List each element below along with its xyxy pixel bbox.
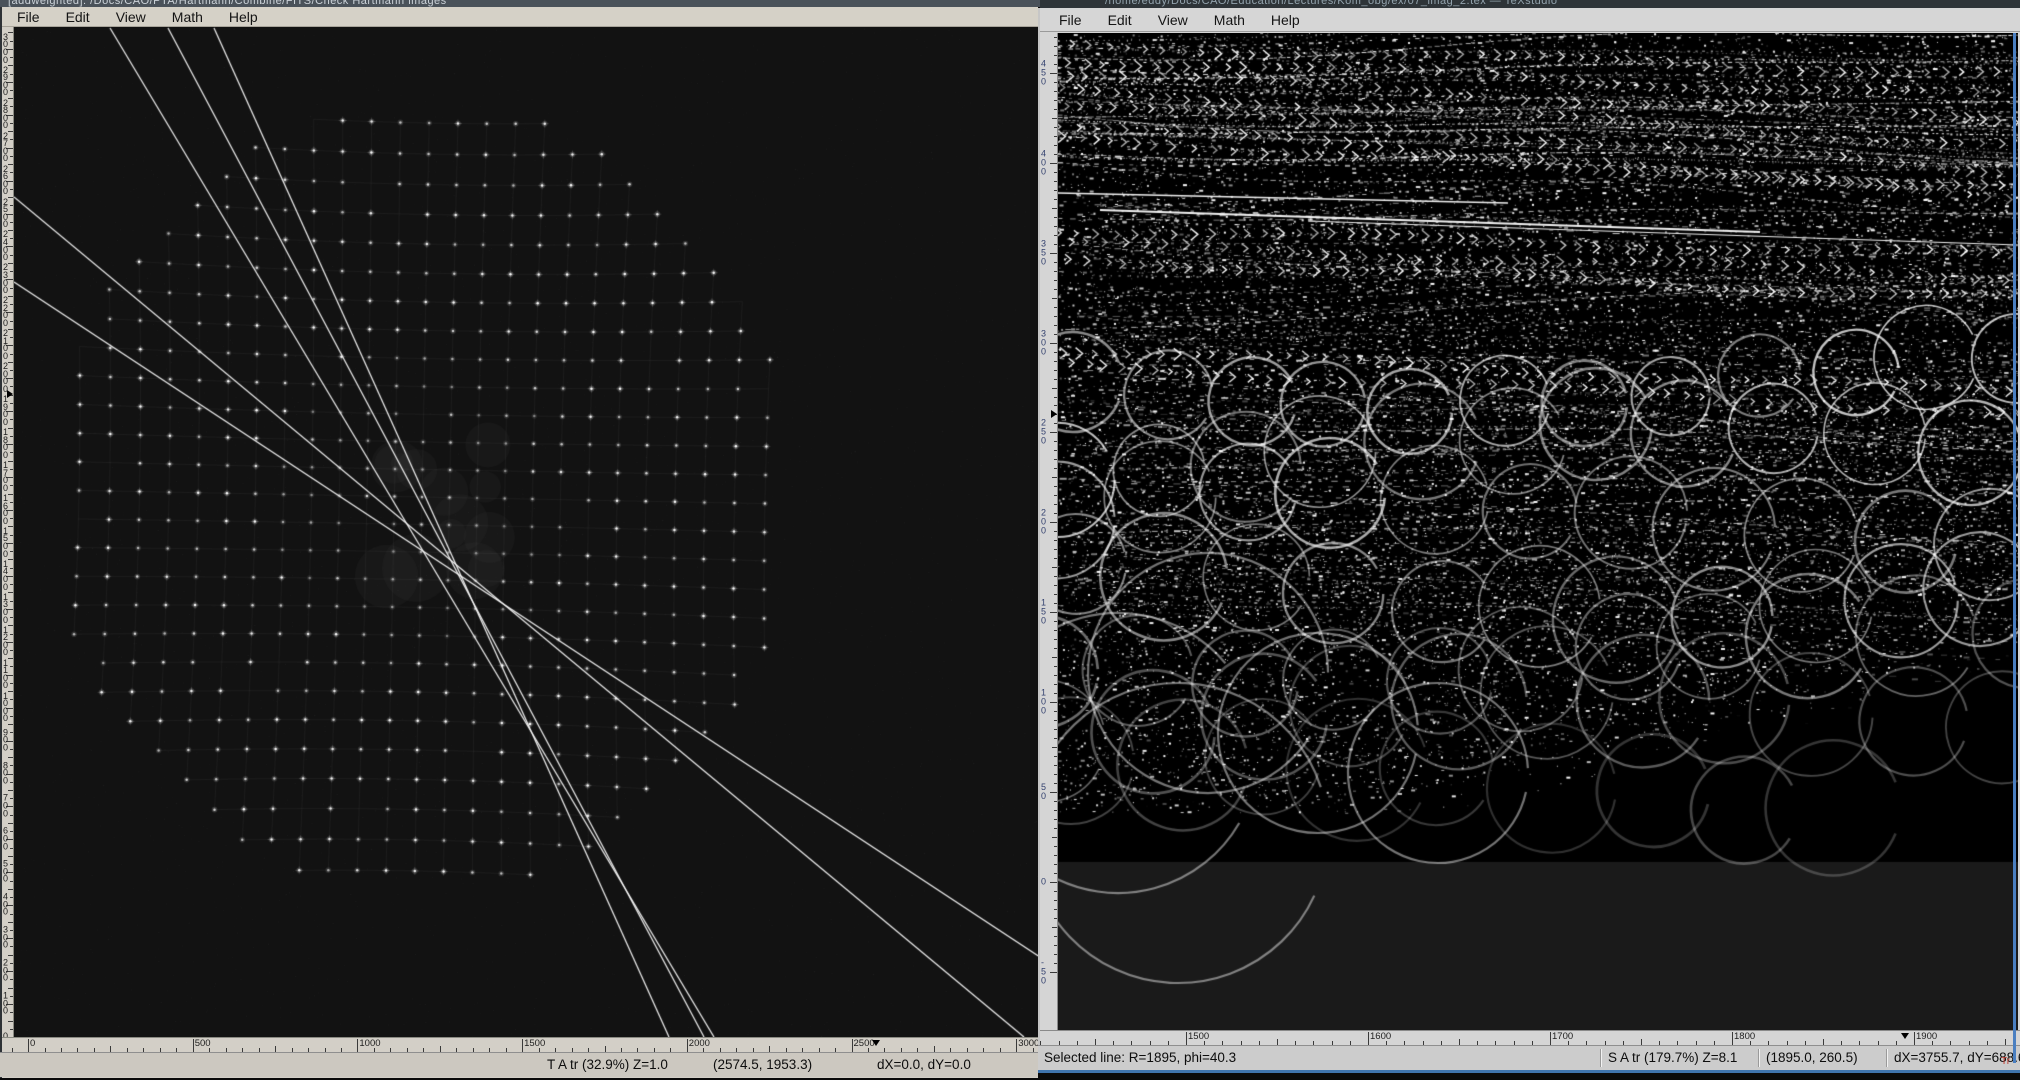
right-status-bar: Selected line: R=1895, phi=40.3 S A tr (… xyxy=(1038,1045,2020,1070)
cursor-x-marker xyxy=(872,1040,880,1046)
menu-item-edit[interactable]: Edit xyxy=(53,7,103,27)
cursor-x-marker xyxy=(1901,1033,1909,1039)
cursor-y-marker xyxy=(1051,410,1057,418)
status-separator xyxy=(1600,1049,1601,1067)
cursor-y-marker xyxy=(7,390,13,398)
left-status-mode: T A tr (32.9%) Z=1.0 xyxy=(547,1053,668,1077)
left-image-canvas[interactable] xyxy=(14,27,1038,1037)
left-status-delta: dX=0.0, dY=0.0 xyxy=(877,1053,971,1077)
left-status-bar: T A tr (32.9%) Z=1.0 (2574.5, 1953.3) dX… xyxy=(0,1052,1038,1077)
status-separator xyxy=(1758,1049,1759,1067)
right-status-mode: S A tr (179.7%) Z=8.1 xyxy=(1608,1046,1737,1070)
background-border-bottom xyxy=(1038,1070,2020,1073)
right-horizontal-ruler: 15001600170018001900 xyxy=(1040,1030,2020,1045)
menu-item-file[interactable]: File xyxy=(1046,10,1095,30)
right-image-window: FileEditViewMathHelp - 5 005 01 0 01 5 0… xyxy=(1038,8,2020,1070)
menu-item-help[interactable]: Help xyxy=(1258,10,1313,30)
menu-item-view[interactable]: View xyxy=(103,7,159,27)
left-menu-bar: FileEditViewMathHelp xyxy=(2,7,1038,27)
background-border-right xyxy=(2013,33,2016,1063)
menu-item-help[interactable]: Help xyxy=(216,7,271,27)
menu-item-view[interactable]: View xyxy=(1145,10,1201,30)
desktop: [addweighted]: /Docs/CAO/PTA/Hartmann/Co… xyxy=(0,0,2020,1080)
menu-item-file[interactable]: File xyxy=(4,7,53,27)
menu-item-edit[interactable]: Edit xyxy=(1095,10,1145,30)
menu-item-math[interactable]: Math xyxy=(1201,10,1258,30)
right-vertical-ruler: - 5 005 01 0 01 5 02 0 02 5 03 0 03 5 04… xyxy=(1040,33,1058,1030)
background-title-text-right: /home/eddy/Docs/CAO/Education/Lectures/K… xyxy=(1105,0,1557,7)
status-separator xyxy=(1886,1049,1887,1067)
left-horizontal-ruler: 050010001500200025003000 xyxy=(2,1037,1038,1052)
right-image-canvas[interactable] xyxy=(1058,33,2018,1030)
menu-item-math[interactable]: Math xyxy=(159,7,216,27)
right-status-cursor: (1895.0, 260.5) xyxy=(1766,1046,1858,1070)
background-artifact: Tr xyxy=(2001,1056,2010,1067)
right-menu-bar: FileEditViewMathHelp xyxy=(1040,8,2020,32)
left-image-window: FileEditViewMathHelp 01 0 02 0 03 0 04 0… xyxy=(0,7,1038,1078)
right-status-selection: Selected line: R=1895, phi=40.3 xyxy=(1044,1046,1236,1070)
left-status-cursor: (2574.5, 1953.3) xyxy=(713,1053,812,1077)
background-window-title-right: /home/eddy/Docs/CAO/Education/Lectures/K… xyxy=(1040,0,2020,8)
left-vertical-ruler: 01 0 02 0 03 0 04 0 05 0 06 0 07 0 08 0 … xyxy=(2,27,14,1037)
